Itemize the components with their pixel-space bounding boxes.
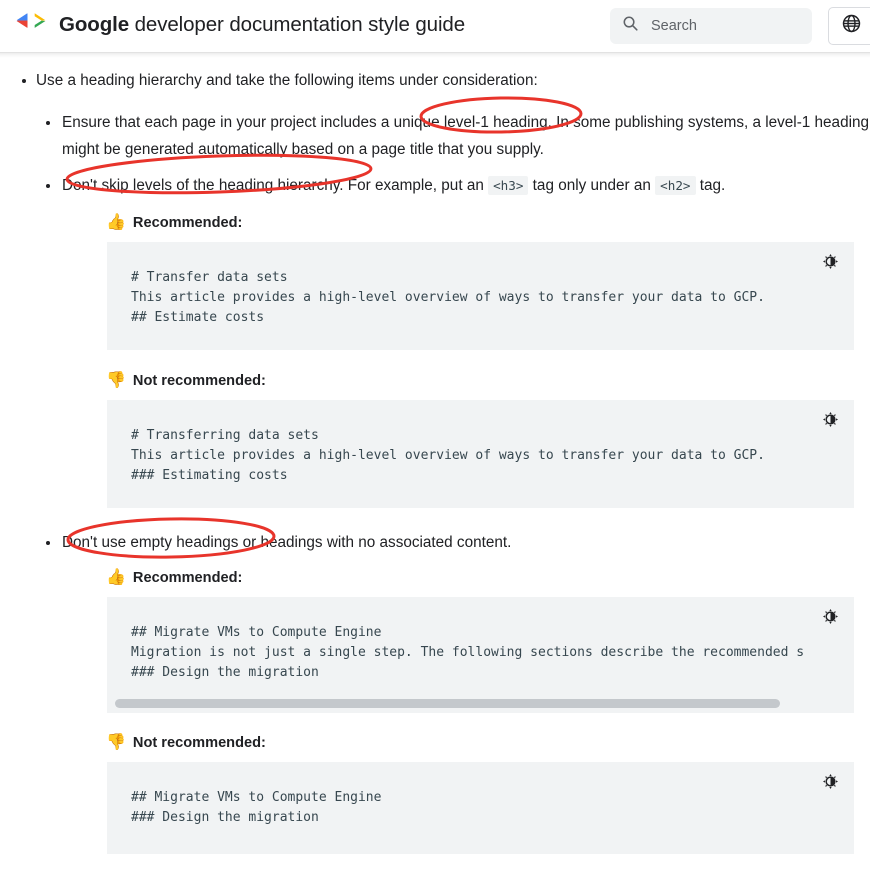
guideline-intro-text: Use a heading hierarchy and take the fol… xyxy=(36,72,538,89)
inline-code-h2: <h2> xyxy=(655,175,696,195)
thumbs-down-icon: 👎 xyxy=(106,372,126,390)
guideline-skip-levels-lead: Don't skip levels of the heading hierarc… xyxy=(62,176,489,194)
code-block-recommended-empty-headings: ## Migrate VMs to Compute Engine Migrati… xyxy=(107,597,854,714)
heading-guidelines-sublist-2: Don't use empty headings or headings wit… xyxy=(0,530,870,556)
header-actions: Search xyxy=(610,0,870,52)
main-content: Use a heading hierarchy and take the fol… xyxy=(0,58,870,855)
heading-guidelines-list: Use a heading hierarchy and take the fol… xyxy=(0,68,870,94)
code-brackets-logo-icon xyxy=(14,12,48,39)
brand-logo-link[interactable]: Google developer documentation style gui… xyxy=(14,12,465,39)
site-title: Google developer documentation style gui… xyxy=(59,15,465,36)
recommended-label-text: Recommended: xyxy=(132,215,243,232)
code-text: # Transferring data sets This article pr… xyxy=(131,428,765,484)
dark-mode-toggle-icon[interactable] xyxy=(820,251,840,271)
list-item: Don't skip levels of the heading hierarc… xyxy=(42,173,870,199)
code-block-not-recommended-empty-headings: ## Migrate VMs to Compute Engine ### Des… xyxy=(107,762,854,855)
not-recommended-label-text: Not recommended: xyxy=(132,373,266,390)
scrollbar-thumb[interactable] xyxy=(115,699,781,709)
dark-mode-toggle-icon[interactable] xyxy=(820,771,840,791)
inline-code-h3: <h3> xyxy=(488,175,529,195)
brand-suffix: developer documentation style guide xyxy=(129,13,466,37)
not-recommended-label-1: 👎 Not recommended: xyxy=(106,372,870,390)
site-header: Google developer documentation style gui… xyxy=(0,0,870,52)
dark-mode-toggle-icon[interactable] xyxy=(820,606,840,626)
guideline-unique-h1-text: Ensure that each page in your project in… xyxy=(62,114,869,158)
code-horizontal-scrollbar[interactable] xyxy=(115,699,846,709)
code-text: ## Migrate VMs to Compute Engine ### Des… xyxy=(131,790,382,826)
search-placeholder-text: Search xyxy=(651,17,697,34)
code-text: ## Migrate VMs to Compute Engine Migrati… xyxy=(131,625,805,681)
thumbs-up-icon: 👍 xyxy=(106,569,126,587)
list-item: Use a heading hierarchy and take the fol… xyxy=(16,68,870,94)
list-item: Ensure that each page in your project in… xyxy=(42,110,870,163)
globe-icon xyxy=(841,13,862,39)
code-block-recommended-heading-levels: # Transfer data sets This article provid… xyxy=(107,242,854,351)
thumbs-down-icon: 👎 xyxy=(106,734,126,752)
list-item: Don't use empty headings or headings wit… xyxy=(42,530,870,556)
code-text: # Transfer data sets This article provid… xyxy=(131,270,765,326)
not-recommended-label-2: 👎 Not recommended: xyxy=(106,734,870,752)
thumbs-up-icon: 👍 xyxy=(106,214,126,232)
guideline-empty-headings-text: Don't use empty headings or headings wit… xyxy=(62,534,512,552)
language-selector-button[interactable] xyxy=(828,7,870,45)
page-root: Google developer documentation style gui… xyxy=(0,0,870,873)
recommended-label-2: 👍 Recommended: xyxy=(106,569,870,587)
search-box[interactable]: Search xyxy=(610,8,812,44)
brand-google-word: Google xyxy=(59,13,130,37)
dark-mode-toggle-icon[interactable] xyxy=(820,409,840,429)
guideline-skip-levels-tail: tag. xyxy=(695,176,726,194)
not-recommended-label-text: Not recommended: xyxy=(132,735,266,752)
code-block-not-recommended-heading-levels: # Transferring data sets This article pr… xyxy=(107,400,854,509)
heading-guidelines-sublist: Ensure that each page in your project in… xyxy=(0,110,870,199)
search-icon xyxy=(622,15,639,37)
recommended-label-1: 👍 Recommended: xyxy=(106,214,870,232)
recommended-label-text: Recommended: xyxy=(132,570,243,587)
guideline-skip-levels-mid: tag only under an xyxy=(528,176,656,194)
